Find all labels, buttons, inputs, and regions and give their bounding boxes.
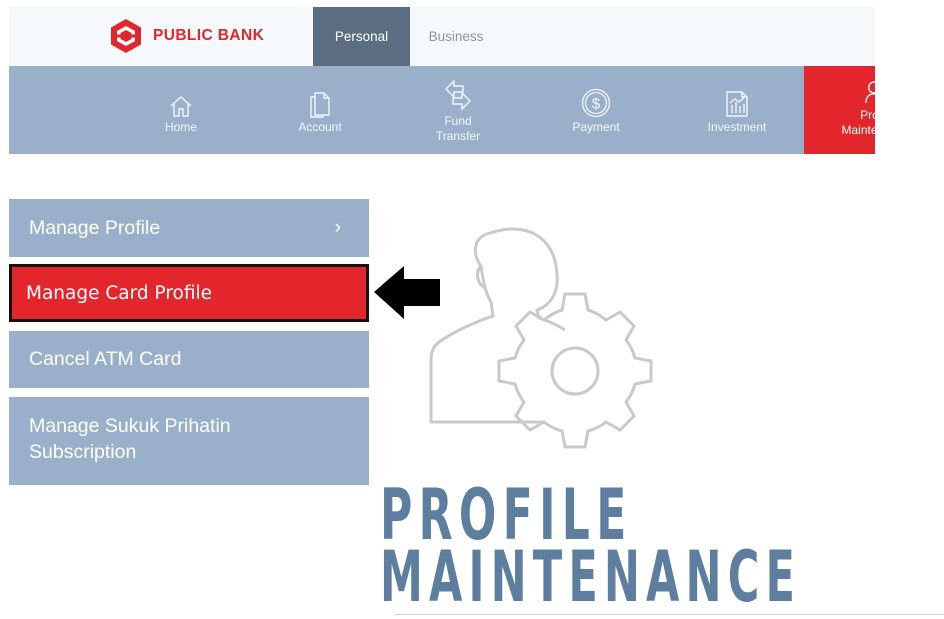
dollar-coin-icon: $ [581, 88, 611, 118]
menu-sukuk-label-1: Manage Sukuk Prihatin [29, 415, 231, 437]
nav-fund-transfer-label-2: Transfer [435, 129, 481, 143]
menu-cancel-atm-card[interactable]: Cancel ATM Card [9, 331, 369, 388]
main-nav: Home Account Fund Transfer $ Payment Inv… [9, 66, 875, 154]
nav-account[interactable]: Account [284, 66, 356, 154]
brand-name: PUBLIC BANK [153, 27, 265, 44]
nav-fund-transfer[interactable]: Fund Transfer [422, 66, 494, 154]
public-bank-logo[interactable]: PUBLIC BANK [109, 16, 264, 56]
tab-personal[interactable]: Personal [313, 7, 410, 66]
profile-icon [864, 81, 875, 103]
nav-account-label: Account [298, 120, 342, 134]
menu-manage-sukuk-prihatin[interactable]: Manage Sukuk Prihatin Subscription [9, 397, 369, 485]
menu-cancel-atm-card-label: Cancel ATM Card [29, 348, 182, 370]
menu-manage-card-profile[interactable]: Manage Card Profile [9, 264, 369, 322]
menu-manage-card-profile-label: Manage Card Profile [26, 282, 213, 304]
nav-investment-label: Investment [707, 120, 767, 134]
user-gear-icon [429, 227, 653, 449]
chart-icon [726, 91, 748, 117]
svg-text:$: $ [592, 96, 601, 113]
nav-home[interactable]: Home [143, 66, 219, 154]
tab-business[interactable]: Business [410, 7, 502, 66]
nav-fund-transfer-label-1: Fund [444, 114, 472, 128]
hero-title-line2: MAINTENANCE [380, 536, 802, 618]
menu-sukuk-label-2: Subscription [29, 441, 137, 463]
transfer-arrows-icon [445, 79, 471, 111]
public-bank-logo-icon [111, 19, 141, 53]
nav-payment[interactable]: $ Payment [559, 66, 633, 154]
nav-payment-label: Payment [572, 120, 620, 134]
document-icon [310, 92, 330, 118]
nav-investment[interactable]: Investment [697, 66, 777, 154]
home-icon [170, 96, 192, 117]
nav-profile-label-1: Pro [860, 108, 875, 122]
menu-manage-profile-label: Manage Profile [29, 216, 161, 239]
top-bar: PUBLIC BANK Personal Business [9, 7, 875, 66]
nav-home-label: Home [164, 120, 197, 134]
nav-profile-label-2: Mainte [841, 123, 875, 137]
chevron-right-icon: › [334, 217, 341, 238]
menu-manage-profile[interactable]: Manage Profile › [9, 199, 369, 257]
divider [395, 614, 944, 615]
nav-profile-maintenance[interactable]: Pro Mainte [804, 66, 875, 154]
